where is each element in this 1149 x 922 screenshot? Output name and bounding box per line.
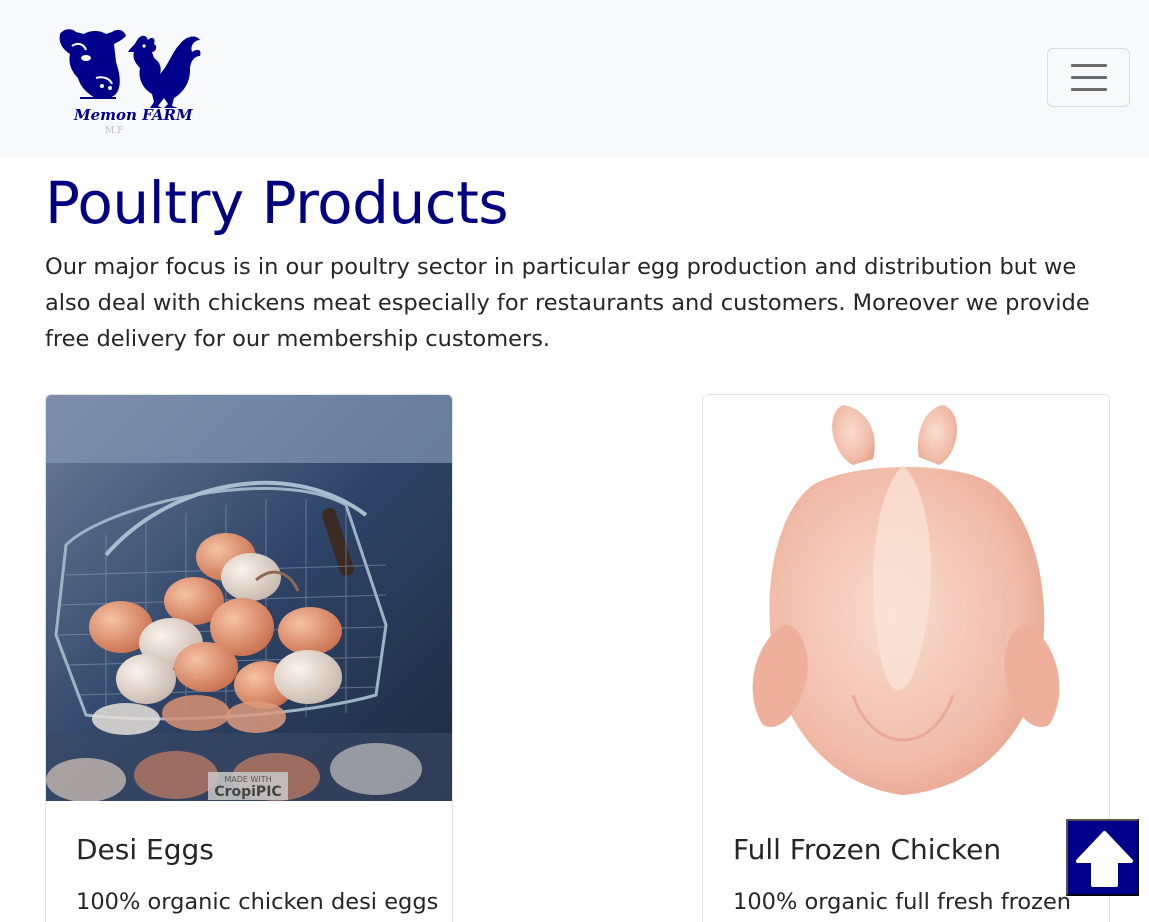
- page-lead-text: Our major focus is in our poultry sector…: [45, 254, 1090, 352]
- navbar-toggler-button[interactable]: [1047, 48, 1130, 107]
- image-watermark: CropiPIC: [214, 784, 281, 800]
- brand-logo-link[interactable]: Memon FARM M.F: [50, 22, 210, 144]
- navbar: Memon FARM M.F: [0, 0, 1149, 157]
- cow-and-rooster-logo: [59, 29, 201, 108]
- product-description: 100% organic full fresh frozen: [733, 889, 1072, 915]
- page-title: Poultry Products: [45, 169, 509, 237]
- product-description: 100% organic chicken desi eggs: [76, 889, 439, 915]
- hamburger-icon-bar: [1071, 88, 1107, 91]
- product-card: MADE WITH CropiPIC Desi Eggs 100% organi…: [45, 394, 453, 922]
- brand-name: Memon FARM: [74, 106, 193, 124]
- arrow-up-icon: [1076, 831, 1133, 887]
- product-card: Full Frozen Chicken 100% organic full fr…: [702, 394, 1110, 922]
- hamburger-icon: [1071, 64, 1107, 67]
- hamburger-icon-bar: [1071, 76, 1107, 79]
- image-watermark-top: MADE WITH: [224, 775, 271, 784]
- frozen-chicken-image: [703, 395, 1109, 801]
- product-title: Full Frozen Chicken: [733, 833, 1002, 866]
- product-title: Desi Eggs: [76, 833, 214, 866]
- scroll-to-top-button[interactable]: [1066, 819, 1139, 896]
- brand-subtext: M.F: [105, 126, 124, 136]
- eggs-basket-image: MADE WITH CropiPIC: [46, 395, 452, 801]
